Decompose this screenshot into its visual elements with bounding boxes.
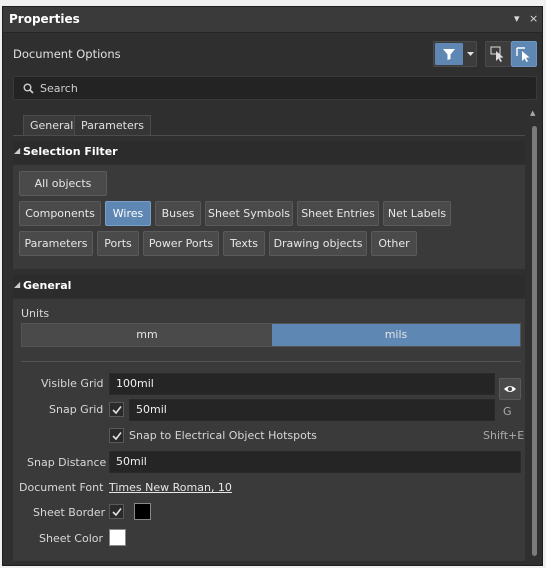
snap-distance-label: Snap Distance <box>27 456 107 469</box>
eye-icon[interactable] <box>499 378 521 400</box>
filter-buses-button[interactable]: Buses <box>155 201 201 226</box>
close-icon[interactable]: × <box>529 12 538 25</box>
sheet-color-swatch[interactable] <box>109 529 126 546</box>
filter-other-button[interactable]: Other <box>371 231 417 256</box>
sheet-border-color-swatch[interactable] <box>134 503 151 520</box>
unit-mils-option[interactable]: mils <box>272 324 520 346</box>
snap-grid-label: Snap Grid <box>49 403 104 416</box>
select-cursor-icon[interactable] <box>485 41 511 67</box>
checkmark-icon <box>112 406 122 415</box>
units-toggle[interactable]: mm mils <box>21 323 521 347</box>
snap-hotspots-shortcut: Shift+E <box>483 429 525 442</box>
checkmark-icon <box>112 432 122 441</box>
general-heading: General <box>23 279 72 292</box>
snap-grid-checkbox[interactable] <box>109 402 124 417</box>
tab-parameters[interactable]: Parameters <box>74 115 151 136</box>
filter-wires-button[interactable]: Wires <box>105 201 151 226</box>
selection-filter-heading: Selection Filter <box>23 145 118 158</box>
tab-general[interactable]: General <box>23 115 81 136</box>
document-options-label: Document Options <box>13 47 121 61</box>
filter-texts-button[interactable]: Texts <box>223 231 265 256</box>
filter-components-button[interactable]: Components <box>19 201 101 226</box>
document-font-label: Document Font <box>19 481 104 494</box>
search-input[interactable]: Search <box>13 76 537 100</box>
filter-power-ports-button[interactable]: Power Ports <box>143 231 219 256</box>
checkmark-icon <box>112 508 122 517</box>
filter-ports-button[interactable]: Ports <box>97 231 139 256</box>
filter-sheet-entries-button[interactable]: Sheet Entries <box>297 201 379 226</box>
panel-title: Properties <box>9 12 80 26</box>
snap-hotspots-label: Snap to Electrical Object Hotspots <box>129 429 317 442</box>
general-header[interactable]: ◢ General <box>13 275 525 297</box>
filter-drawing-objects-button[interactable]: Drawing objects <box>269 231 367 256</box>
snap-hotspots-checkbox[interactable] <box>109 428 124 443</box>
collapse-arrow-icon[interactable]: ◢ <box>14 146 20 155</box>
sheet-border-label: Sheet Border <box>33 506 106 519</box>
filter-net-labels-button[interactable]: Net Labels <box>383 201 451 226</box>
pin-menu-icon[interactable]: ▾ <box>514 12 520 25</box>
document-font-link[interactable]: Times New Roman, 10 <box>109 481 232 494</box>
tab-divider <box>13 135 525 136</box>
scroll-up-icon[interactable]: ▲ <box>530 109 535 117</box>
chevron-down-icon[interactable] <box>465 43 476 65</box>
units-label: Units <box>21 307 50 320</box>
filter-sheet-symbols-button[interactable]: Sheet Symbols <box>205 201 293 226</box>
select-region-icon[interactable] <box>511 41 537 67</box>
snap-grid-shortcut: G <box>503 405 512 418</box>
filter-parameters-button[interactable]: Parameters <box>19 231 93 256</box>
section-divider <box>21 361 521 362</box>
properties-panel: Properties ▾ × Document Options Search G… <box>2 6 543 566</box>
sheet-color-label: Sheet Color <box>39 532 104 545</box>
collapse-arrow-icon[interactable]: ◢ <box>14 280 20 289</box>
sheet-border-checkbox[interactable] <box>109 504 124 519</box>
search-icon <box>23 83 34 94</box>
all-objects-button[interactable]: All objects <box>19 171 107 196</box>
search-placeholder: Search <box>40 82 78 95</box>
snap-grid-field[interactable]: 50mil <box>129 399 495 421</box>
snap-distance-field[interactable]: 50mil <box>109 451 521 473</box>
filter-dropdown-button[interactable] <box>433 41 477 67</box>
panel-titlebar: Properties ▾ × <box>3 7 542 33</box>
scrollbar-thumb[interactable] <box>532 126 537 556</box>
filter-icon[interactable] <box>435 43 463 65</box>
unit-mm-option[interactable]: mm <box>22 324 272 346</box>
visible-grid-label: Visible Grid <box>41 377 104 390</box>
selection-filter-header[interactable]: ◢ Selection Filter <box>13 141 525 163</box>
visible-grid-field[interactable]: 100mil <box>109 373 495 395</box>
